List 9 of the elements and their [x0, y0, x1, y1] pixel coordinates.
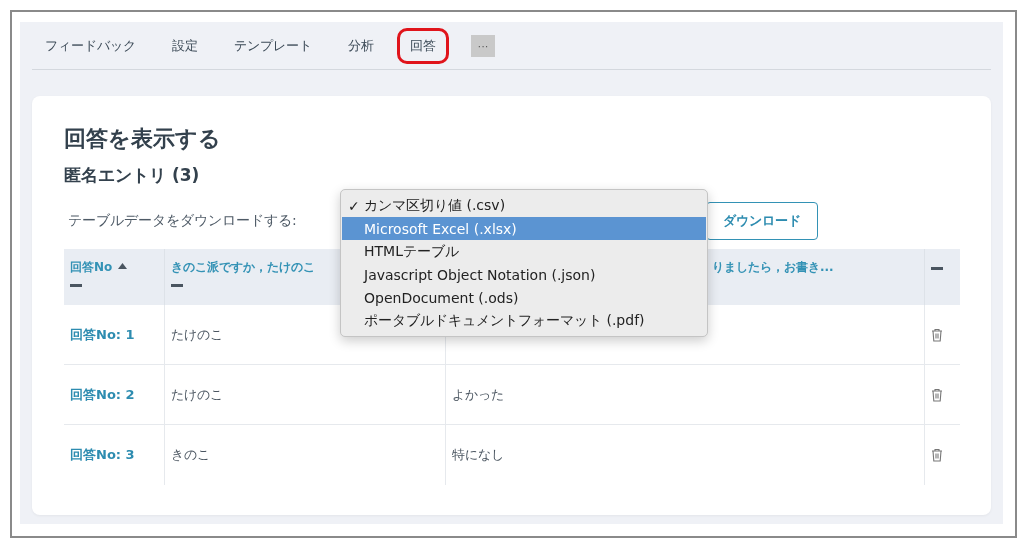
- check-mark: ✓: [348, 197, 360, 214]
- table-cell: きのこ: [171, 446, 210, 464]
- download-label: テーブルデータをダウンロードする:: [68, 212, 297, 230]
- page-title: 回答を表示する: [64, 125, 222, 153]
- table-cell: よかった: [452, 385, 504, 404]
- table-cell: 特になし: [452, 446, 504, 464]
- entries-heading: 匿名エントリ (3): [64, 164, 201, 187]
- table-cell: たけのこ: [171, 385, 223, 404]
- table-cell: たけのこ: [171, 325, 223, 344]
